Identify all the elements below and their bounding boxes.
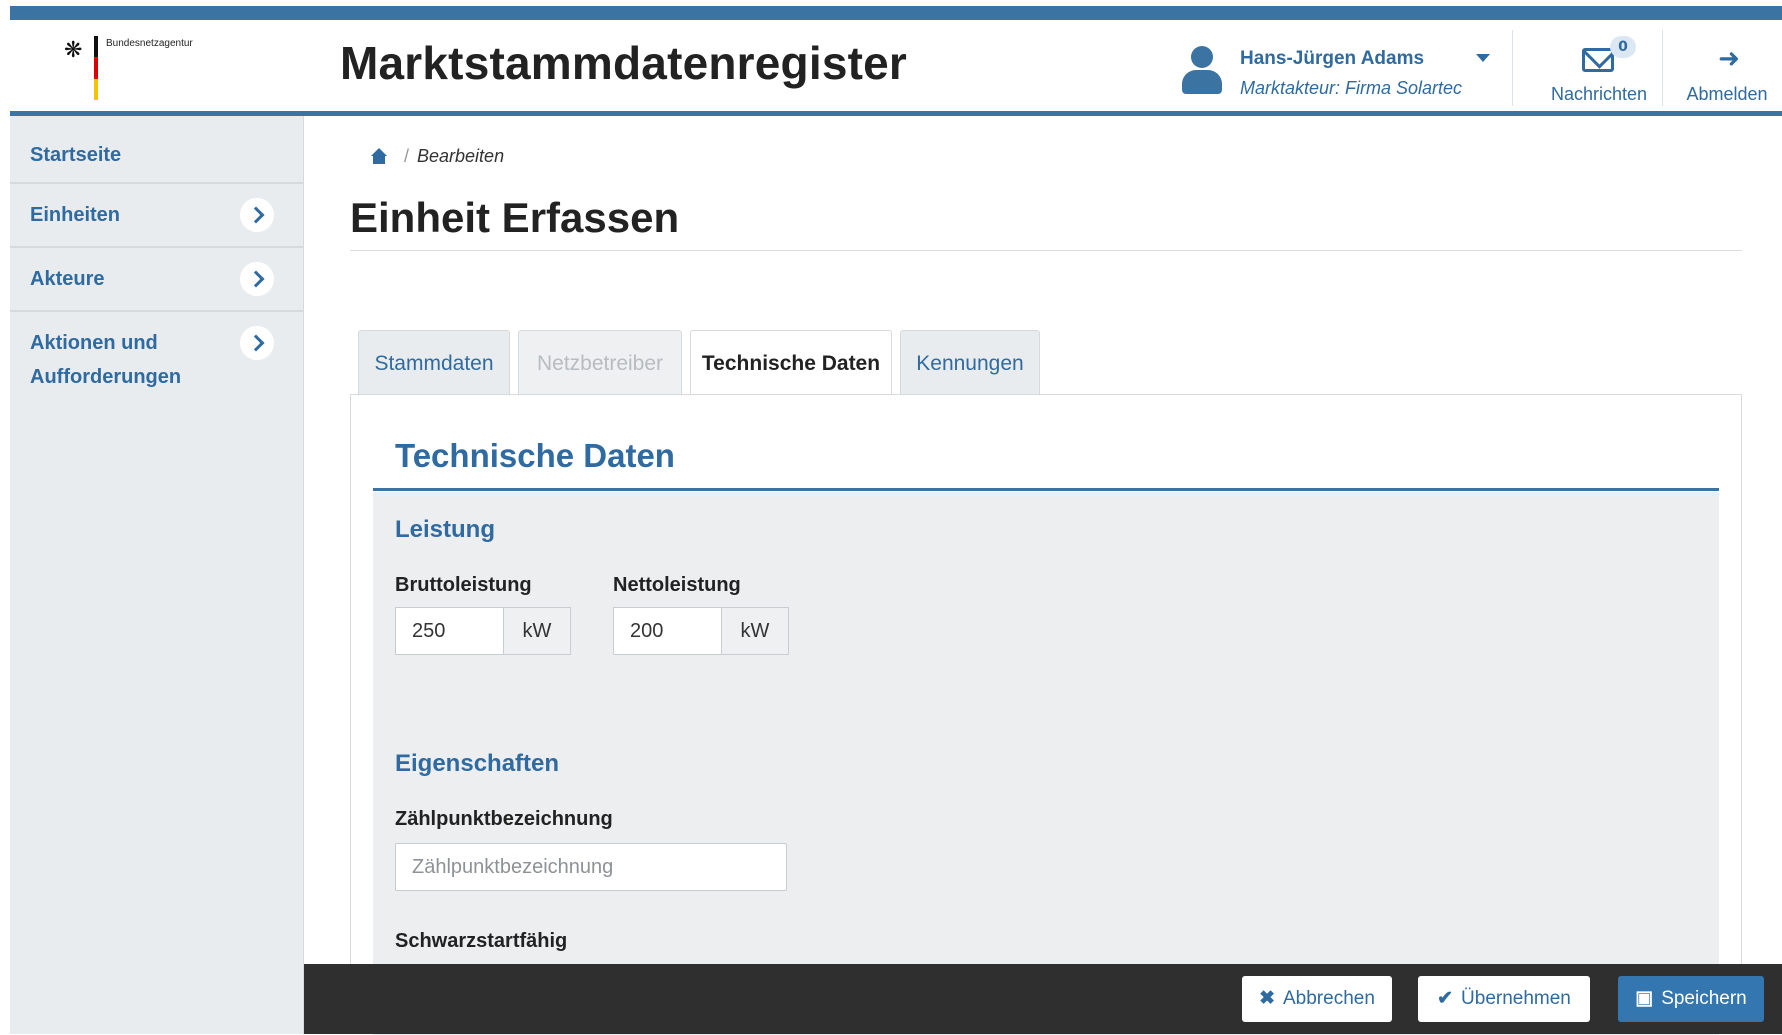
messages-button[interactable]: 0 Nachrichten	[1524, 30, 1674, 106]
envelope-icon	[1582, 48, 1614, 72]
app-title[interactable]: Marktstammdatenregister	[340, 36, 907, 90]
section-body: Leistung Bruttoleistung 250 kW Nettoleis…	[373, 492, 1719, 1035]
header-divider	[1662, 30, 1663, 106]
user-menu[interactable]: Hans-Jürgen Adams Marktakteur: Firma Sol…	[1170, 32, 1520, 102]
sign-out-icon: ➜	[1718, 44, 1740, 74]
messages-label: Nachrichten	[1550, 84, 1648, 104]
agency-logo[interactable]: ❋ Bundesnetzagentur	[54, 32, 204, 112]
sidebar-item-einheiten[interactable]: Einheiten	[10, 184, 304, 248]
tab-panel: Technische Daten Leistung Bruttoleistung…	[350, 394, 1742, 1035]
logout-label: Abmelden	[1686, 84, 1768, 104]
main-content: / Bearbeiten Einheit Erfassen Stammdaten …	[304, 116, 1782, 1035]
brutto-input-group: 250 kW	[395, 607, 571, 655]
page-title: Einheit Erfassen	[350, 194, 680, 241]
breadcrumb-separator: /	[404, 146, 410, 166]
messages-count-badge: 0	[1610, 36, 1636, 58]
tab-netzbetreiber: Netzbetreiber	[518, 330, 682, 396]
check-icon: ✔	[1437, 988, 1454, 1009]
cancel-label: Abbrechen	[1283, 988, 1375, 1009]
apply-label: Übernehmen	[1461, 988, 1571, 1009]
netto-label: Nettoleistung	[613, 574, 741, 596]
floppy-disk-icon: ▣	[1635, 988, 1654, 1009]
chevron-right-icon[interactable]	[240, 326, 274, 360]
sidebar-item-label: Einheiten	[30, 204, 121, 226]
section-header: Technische Daten	[373, 419, 1719, 491]
leistung-heading: Leistung	[395, 516, 495, 543]
breadcrumb: / Bearbeiten	[370, 146, 504, 167]
brutto-input[interactable]: 250	[396, 608, 504, 654]
netto-input-group: 200 kW	[613, 607, 789, 655]
cancel-button[interactable]: ✖ Abbrechen	[1242, 976, 1392, 1022]
app-window: ❋ Bundesnetzagentur Marktstammdatenregis…	[0, 0, 1782, 1035]
netto-unit: kW	[722, 608, 788, 654]
save-label: Speichern	[1661, 988, 1747, 1009]
sidebar-item-label: Akteure	[30, 268, 105, 290]
zaehlpunkt-input[interactable]	[396, 844, 786, 890]
breadcrumb-current: Bearbeiten	[417, 146, 505, 166]
zaehlpunkt-label: Zählpunktbezeichnung	[395, 808, 613, 830]
user-avatar-icon	[1180, 46, 1224, 96]
tab-kennungen[interactable]: Kennungen	[900, 330, 1040, 396]
tab-stammdaten[interactable]: Stammdaten	[358, 330, 510, 396]
header: ❋ Bundesnetzagentur Marktstammdatenregis…	[10, 20, 1782, 116]
sidebar: Startseite Einheiten Akteure Aktionen un…	[10, 116, 304, 1034]
top-accent-bar	[10, 6, 1782, 20]
brutto-unit: kW	[504, 608, 570, 654]
save-button[interactable]: ▣ Speichern	[1618, 976, 1764, 1022]
schwarzstart-label: Schwarzstartfähig	[395, 930, 568, 952]
federal-eagle-icon: ❋	[64, 38, 83, 63]
zaehlpunkt-field-wrapper	[395, 843, 787, 891]
user-name: Hans-Jürgen Adams	[1240, 48, 1425, 69]
chevron-right-icon[interactable]	[240, 262, 274, 296]
german-flag-stripe	[94, 36, 98, 100]
sidebar-item-label: Startseite	[30, 144, 122, 166]
agency-name: Bundesnetzagentur	[106, 38, 193, 49]
tab-technische-daten[interactable]: Technische Daten	[690, 330, 892, 398]
close-icon: ✖	[1259, 988, 1275, 1009]
chevron-down-icon[interactable]	[1476, 54, 1490, 62]
logout-button[interactable]: ➜ Abmelden	[1672, 30, 1782, 106]
eigenschaften-heading: Eigenschaften	[395, 750, 560, 777]
header-divider	[1512, 30, 1513, 106]
netto-input[interactable]: 200	[614, 608, 722, 654]
section-title: Technische Daten	[395, 437, 675, 474]
sidebar-item-aktionen[interactable]: Aktionen und Aufforderungen	[10, 312, 304, 408]
action-bar: ✖ Abbrechen ✔ Übernehmen ▣ Speichern	[304, 964, 1782, 1034]
sidebar-item-akteure[interactable]: Akteure	[10, 248, 304, 312]
brutto-label: Bruttoleistung	[395, 574, 532, 596]
user-role: Marktakteur: Firma Solartec	[1240, 78, 1463, 98]
home-icon[interactable]	[370, 148, 388, 165]
sidebar-item-label: Aktionen und Aufforderungen	[30, 332, 182, 388]
title-divider	[350, 250, 1742, 251]
chevron-right-icon[interactable]	[240, 198, 274, 232]
apply-button[interactable]: ✔ Übernehmen	[1418, 976, 1590, 1022]
sidebar-item-startseite[interactable]: Startseite	[10, 116, 304, 184]
